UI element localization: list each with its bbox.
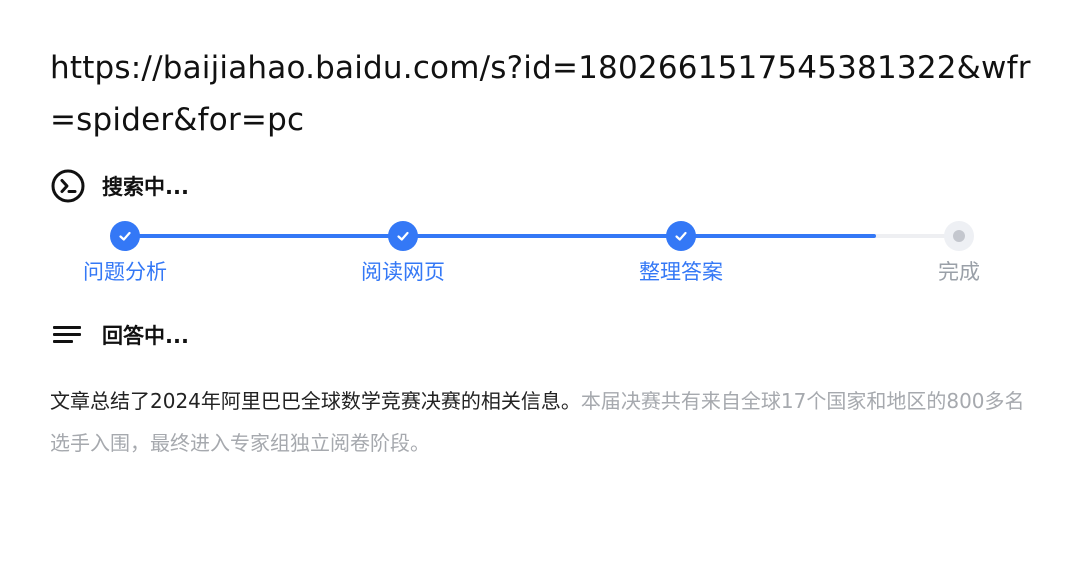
step-1-check-icon bbox=[110, 221, 140, 251]
step-label-organize: 整理答案 bbox=[639, 260, 723, 284]
answering-label: 回答中... bbox=[102, 324, 189, 348]
progress-stepper: 问题分析 阅读网页 整理答案 完成 bbox=[0, 216, 1080, 296]
step-4-pending-dot-icon bbox=[944, 221, 974, 251]
source-url[interactable]: https://baijiahao.baidu.com/s?id=1802661… bbox=[50, 42, 1050, 146]
answer-text-rendered: 文章总结了2024年阿里巴巴全球数学竞赛决赛的相关信息。 bbox=[50, 389, 581, 413]
step-3-check-icon bbox=[666, 221, 696, 251]
searching-status: 搜索中... bbox=[50, 169, 189, 203]
answering-status: 回答中... bbox=[50, 318, 189, 352]
progress-track-fill bbox=[125, 234, 876, 238]
step-2-check-icon bbox=[388, 221, 418, 251]
step-label-complete: 完成 bbox=[938, 260, 980, 284]
step-label-analyze: 问题分析 bbox=[83, 260, 167, 284]
answer-text: 文章总结了2024年阿里巴巴全球数学竞赛决赛的相关信息。本届决赛共有来自全球17… bbox=[50, 380, 1040, 464]
text-lines-icon bbox=[50, 317, 86, 353]
step-label-read: 阅读网页 bbox=[361, 260, 445, 284]
searching-label: 搜索中... bbox=[102, 175, 189, 199]
terminal-icon bbox=[50, 168, 86, 204]
